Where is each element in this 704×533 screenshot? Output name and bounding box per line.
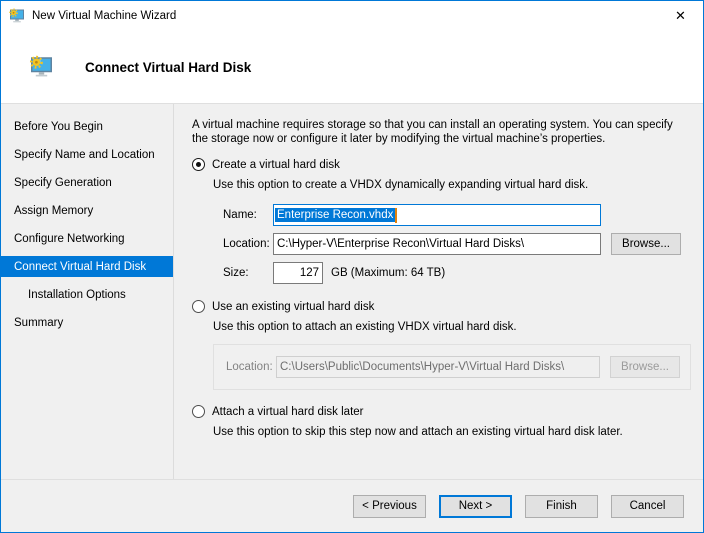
sidebar-item-before-you-begin[interactable]: Before You Begin (1, 113, 173, 141)
sidebar-item-specify-generation[interactable]: Specify Generation (1, 169, 173, 197)
attach-later-option[interactable]: Attach a virtual hard disk later (192, 405, 691, 418)
wizard-header: Connect Virtual Hard Disk (1, 31, 703, 104)
size-maximum-text: GB (Maximum: 64 TB) (331, 267, 446, 279)
finish-button[interactable]: Finish (525, 494, 598, 518)
close-icon[interactable]: ✕ (658, 1, 703, 31)
existing-location-label: Location: (226, 361, 273, 373)
create-disk-option[interactable]: Create a virtual hard disk (192, 158, 691, 171)
existing-disk-description: Use this option to attach an existing VH… (213, 321, 517, 333)
existing-disk-label[interactable]: Use an existing virtual hard disk (212, 301, 374, 313)
page-title: Connect Virtual Hard Disk (85, 59, 252, 75)
sidebar-item-specify-name-and-location[interactable]: Specify Name and Location (1, 141, 173, 169)
attach-later-label[interactable]: Attach a virtual hard disk later (212, 406, 364, 418)
sidebar-item-summary[interactable]: Summary (1, 309, 173, 337)
size-label: Size: (223, 267, 249, 279)
vm-wizard-icon (9, 8, 24, 23)
next-button[interactable]: Next > (439, 494, 512, 518)
wizard-steps-sidebar: Before You Begin Specify Name and Locati… (1, 104, 174, 479)
attach-later-description: Use this option to skip this step now an… (213, 426, 623, 438)
existing-disk-option[interactable]: Use an existing virtual hard disk (192, 300, 691, 313)
previous-button[interactable]: < Previous (353, 494, 426, 518)
size-input[interactable] (273, 262, 323, 284)
sidebar-item-connect-virtual-hard-disk[interactable]: Connect Virtual Hard Disk (1, 256, 173, 277)
name-input[interactable]: Enterprise Recon.vhdx (273, 204, 601, 226)
location-label: Location: (223, 238, 270, 250)
wizard-footer: < Previous Next > Finish Cancel (1, 479, 703, 532)
sidebar-item-assign-memory[interactable]: Assign Memory (1, 197, 173, 225)
name-label: Name: (223, 209, 257, 221)
wizard-page-content: A virtual machine requires storage so th… (174, 104, 703, 479)
title-bar: New Virtual Machine Wizard ✕ (1, 1, 703, 31)
location-input[interactable] (273, 233, 601, 255)
sidebar-item-installation-options[interactable]: Installation Options (1, 281, 173, 309)
create-disk-description: Use this option to create a VHDX dynamic… (213, 179, 589, 191)
name-row: Name: Enterprise Recon.vhdx (223, 204, 691, 226)
window-title: New Virtual Machine Wizard (32, 10, 177, 22)
size-row: Size: GB (Maximum: 64 TB) (223, 262, 691, 284)
page-intro-text: A virtual machine requires storage so th… (192, 119, 673, 145)
location-row: Location: Browse... (223, 233, 691, 255)
existing-disk-group: Location: Browse... (213, 344, 691, 390)
sidebar-item-configure-networking[interactable]: Configure Networking (1, 225, 173, 253)
text-caret (395, 207, 398, 223)
create-disk-radio[interactable] (192, 158, 205, 171)
attach-later-radio[interactable] (192, 405, 205, 418)
existing-location-input (276, 356, 600, 378)
browse-button[interactable]: Browse... (611, 233, 681, 255)
existing-browse-button: Browse... (610, 356, 680, 378)
cancel-button[interactable]: Cancel (611, 494, 684, 518)
name-input-selected-text: Enterprise Recon.vhdx (275, 208, 396, 222)
vm-wizard-header-icon (29, 55, 52, 77)
create-disk-label[interactable]: Create a virtual hard disk (212, 159, 340, 171)
existing-disk-radio[interactable] (192, 300, 205, 313)
new-vm-wizard-window: New Virtual Machine Wizard ✕ Connect Vir… (0, 0, 704, 533)
